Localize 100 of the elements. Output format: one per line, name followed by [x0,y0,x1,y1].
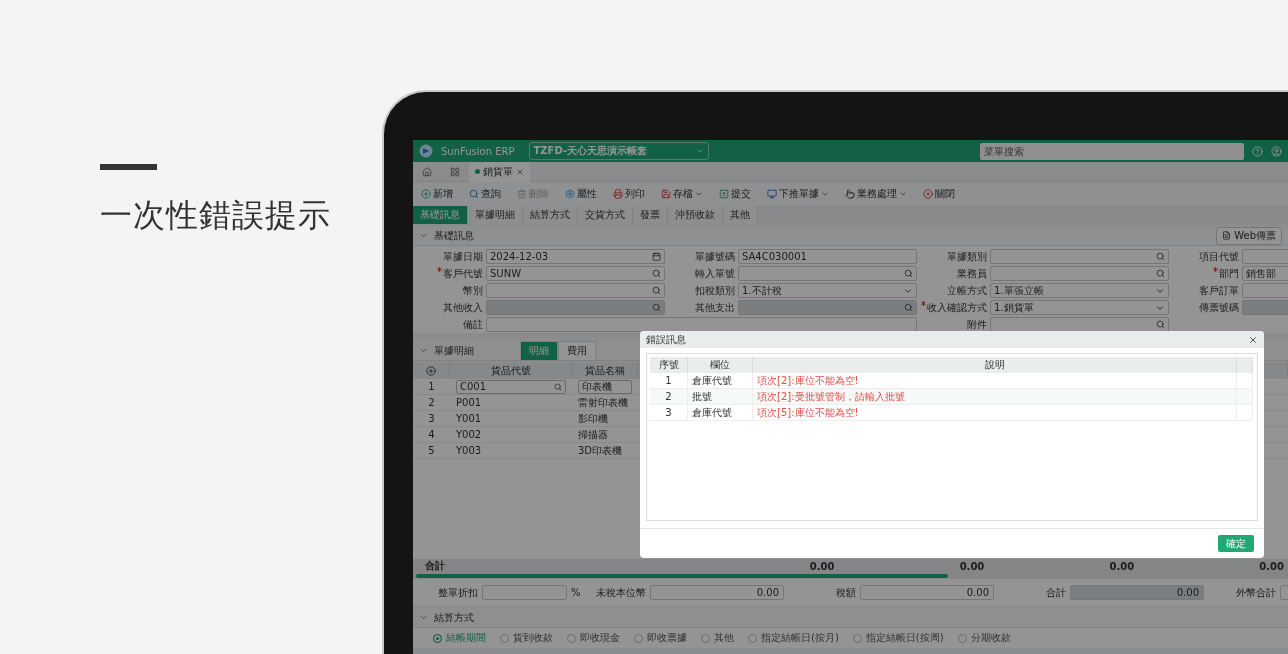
radio-icon [433,633,442,643]
confirm-button[interactable]: 確定 [1218,535,1254,552]
chevron-icon[interactable] [419,231,428,240]
table-cell: Y001 [450,411,572,427]
field-label: 其他收入 [442,300,483,315]
brand-name: SunFusion ERP [441,145,515,157]
search-icon[interactable] [1156,320,1165,329]
input-field[interactable] [482,585,567,600]
input-field[interactable] [486,283,665,298]
column-header: 欄位 [688,357,753,373]
search-icon[interactable] [1156,269,1165,278]
field-label: 幣別 [462,283,483,298]
form-tab[interactable]: 交貨方式 [578,206,633,224]
field-label: 收入確認方式 [917,300,987,315]
input-field[interactable]: 0.00 [650,585,784,600]
table-input[interactable]: C001 [456,379,566,394]
field-label: 附件 [966,317,987,332]
form-tab[interactable]: 發票 [633,206,668,224]
toolbar-button[interactable]: 查詢 [469,187,501,201]
toolbar-button[interactable]: 關閉 [923,187,955,201]
pointer-icon [845,189,855,199]
toolbar-button[interactable]: 存檔 [661,187,703,201]
required-icon [921,300,926,306]
field-label: 外幣合計 [1235,585,1276,600]
table-input[interactable]: 印表機 [578,379,632,394]
close-icon [923,189,933,199]
field-label: 稅額 [835,585,856,600]
menu-search-field[interactable]: 菜單搜索 [980,142,1244,160]
radio-option[interactable]: 其他 [701,631,734,645]
field-label: 整單折扣 [437,585,478,600]
field-label: 備註 [462,317,483,332]
document-tab[interactable]: 銷貨單 [469,161,530,182]
field-label: 未稅本位幣 [595,585,646,600]
search-icon[interactable] [554,382,562,391]
input-field[interactable]: SUNW [486,266,665,281]
field-label: 轉入單號 [694,266,735,281]
calendar-icon[interactable] [652,252,661,261]
input-field[interactable]: 1.單張立帳 [990,283,1169,298]
table-cell: 雷射印表機 [572,395,638,411]
monitor-icon [767,189,777,199]
input-field[interactable] [990,249,1169,264]
help-icon[interactable] [1252,145,1263,157]
form-tab[interactable]: 單據明細 [468,206,523,224]
toolbar-button[interactable]: 提交 [719,187,751,201]
close-icon[interactable] [1248,334,1258,345]
chevron-icon[interactable] [419,613,428,622]
table-cell: 批號 [688,389,753,405]
field-label: 項目代號 [1198,249,1239,264]
toolbar-button[interactable]: 屬性 [565,187,597,201]
user-icon[interactable] [1271,145,1282,157]
table-cell: P001 [450,395,572,411]
radio-option[interactable]: 指定結帳日(按月) [748,631,839,645]
form-tab[interactable]: 結算方式 [523,206,578,224]
table-cell: 掃描器 [572,427,638,443]
radio-option[interactable]: 指定結帳日(按周) [852,631,944,645]
radio-option[interactable]: 即收票據 [634,631,687,645]
toolbar-button[interactable]: 下推單據 [767,187,829,201]
search-icon[interactable] [1156,252,1165,261]
input-field[interactable]: SA4C030001 [738,249,917,264]
section-title: 基礎訊息 [434,228,474,243]
search-icon[interactable] [652,286,661,295]
radio-icon [701,633,710,643]
save-icon [661,189,671,199]
input-field[interactable]: 1.銷貨單 [990,300,1169,315]
field-label: 傳票號碼 [1198,300,1239,315]
input-field[interactable]: 1.不計稅 [738,283,917,298]
radio-icon [500,633,509,643]
input-field[interactable]: 0.00 [860,585,994,600]
table-cell: 3 [650,405,688,421]
row-number: 5 [413,443,450,459]
section-title: 結算方式 [434,610,474,625]
close-icon[interactable] [516,167,524,176]
column-header: 序號 [650,357,688,373]
detail-tab[interactable]: 費用 [558,340,596,361]
search-icon[interactable] [904,269,913,278]
radio-option[interactable]: 貨到收款 [500,631,553,645]
search-icon[interactable] [652,269,661,278]
toolbar-button[interactable]: 業務處理 [845,187,907,201]
toolbar-button[interactable]: 列印 [613,187,645,201]
table-cell: Y002 [450,427,572,443]
radio-icon [634,633,643,643]
error-message: 項次[2]:庫位不能為空! [753,373,1237,389]
input-field[interactable] [486,317,917,332]
upload-icon [719,189,729,199]
radio-option[interactable]: 即收現金 [567,631,620,645]
chevron-icon[interactable] [419,346,428,355]
radio-icon [748,633,757,643]
row-number: 4 [413,427,450,443]
input-field[interactable] [738,266,917,281]
gear-icon [565,189,575,199]
input-field[interactable]: 2024-12-03 [486,249,665,264]
add-row-icon[interactable] [413,363,450,379]
input-field[interactable] [990,266,1169,281]
input-field[interactable]: 銷售部 [1242,266,1288,281]
toolbar-button[interactable]: 新增 [421,187,453,201]
web-voucher-button[interactable]: Web傳票 [1216,226,1282,245]
scrollbar-thumb[interactable] [416,574,948,578]
form-tab[interactable]: 其他 [723,206,758,224]
form-tab[interactable]: 沖預收款 [668,206,723,224]
radio-option[interactable]: 分期收款 [957,631,1011,645]
